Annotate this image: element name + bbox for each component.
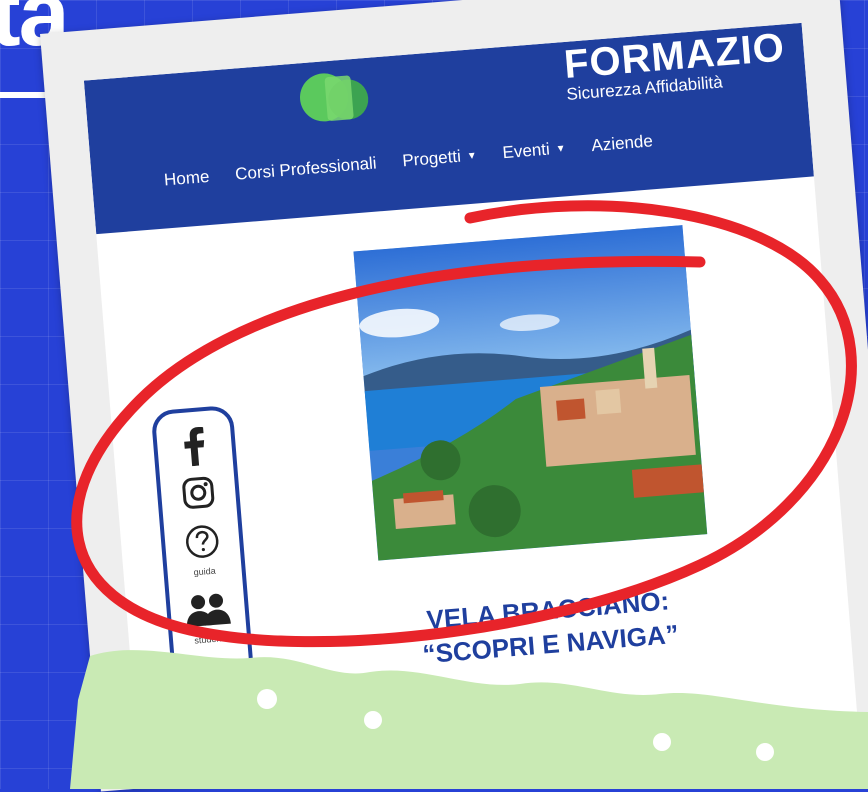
instagram-icon[interactable] xyxy=(160,473,237,518)
chevron-down-icon: ▼ xyxy=(466,150,478,163)
person-icon[interactable] xyxy=(175,658,253,715)
post-title[interactable]: VELA BRACCIANO: “SCOPRI E NAVIGA” xyxy=(382,580,716,674)
nav-progetti[interactable]: Progetti ▼ xyxy=(402,145,478,171)
nav-aziende-label: Aziende xyxy=(590,131,654,156)
nav-progetti-label: Progetti xyxy=(401,146,462,171)
button-dot-text: SO xyxy=(550,719,566,732)
website-screenshot: FORMAZIO Sicurezza Affidabilità Home Cor… xyxy=(83,22,858,779)
main-nav: Home Corsi Professionali Progetti ▼ Event… xyxy=(163,131,653,190)
facebook-icon[interactable] xyxy=(156,423,233,474)
help-label: guida xyxy=(193,565,217,578)
social-sidebar: guida studenti xyxy=(150,404,259,739)
screenshot-paper-card: FORMAZIO Sicurezza Affidabilità Home Cor… xyxy=(40,0,868,792)
chevron-down-icon: ▼ xyxy=(555,143,567,156)
students-label: studenti xyxy=(193,633,227,646)
nav-home-label: Home xyxy=(163,166,211,190)
nav-aziende[interactable]: Aziende xyxy=(591,131,654,156)
logo-icon[interactable] xyxy=(294,65,379,131)
nav-corsi-professionali[interactable]: Corsi Professionali xyxy=(234,153,377,184)
hero-photo-lake-town[interactable] xyxy=(353,225,708,561)
nav-corsi-label: Corsi Professionali xyxy=(234,153,378,184)
brand: FORMAZIO Sicurezza Affidabilità xyxy=(562,25,787,104)
students-icon[interactable]: studenti xyxy=(169,588,247,647)
help-circle-icon[interactable]: guida xyxy=(164,521,242,580)
nav-eventi[interactable]: Eventi ▼ xyxy=(502,138,567,163)
nav-home[interactable]: Home xyxy=(163,167,210,191)
site-header: FORMAZIO Sicurezza Affidabilità Home Cor… xyxy=(83,22,814,235)
nav-eventi-label: Eventi xyxy=(501,139,551,163)
